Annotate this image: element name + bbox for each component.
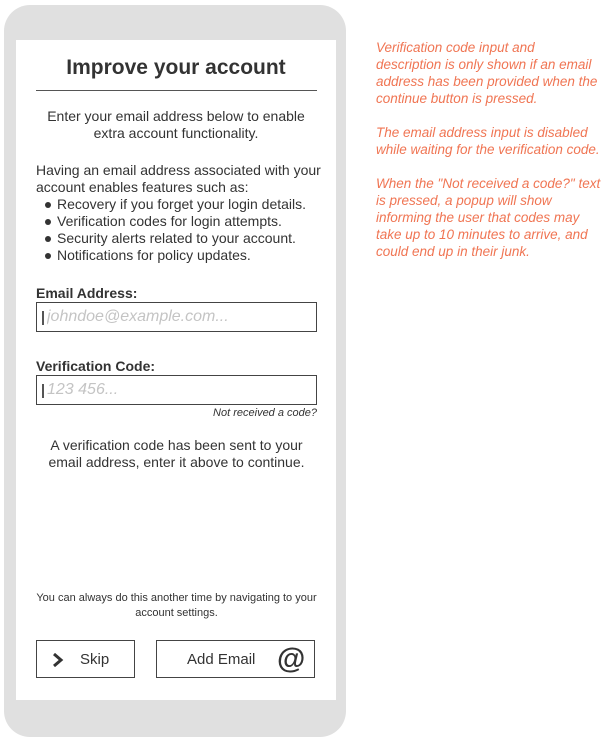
intro-text: Enter your email address below to enable… — [47, 108, 305, 141]
chevron-right-icon — [53, 653, 64, 667]
feature-text: Recovery if you forget your login detail… — [57, 196, 307, 212]
verification-code-box — [36, 375, 317, 405]
title-divider — [36, 90, 317, 91]
bullet-icon — [45, 219, 51, 225]
list-item: Security alerts related to your account. — [36, 230, 326, 247]
do-later-note: You can always do this another time by n… — [36, 592, 317, 619]
text-caret-icon — [42, 311, 44, 325]
skip-button-label: Skip — [80, 651, 110, 668]
list-item: Notifications for policy updates. — [36, 247, 326, 264]
design-annotations: Verification code input and description … — [376, 39, 601, 277]
annotation-not-received-popup: When the "Not received a code?" text is … — [376, 176, 601, 259]
not-received-code-link[interactable]: Not received a code? — [36, 407, 317, 419]
add-email-button-label: Add Email — [187, 651, 256, 668]
list-item: Recovery if you forget your login detail… — [36, 196, 326, 213]
verification-code-label: Verification Code: — [36, 358, 156, 374]
bullet-icon — [45, 253, 51, 259]
wireframe-page: Improve your account Enter your email ad… — [0, 0, 605, 741]
code-sent-message: A verification code has been sent to you… — [48, 437, 305, 470]
verification-code-input[interactable] — [47, 376, 309, 404]
text-caret-icon — [42, 384, 44, 398]
annotation-email-disabled: The email address input is disabled whil… — [376, 125, 600, 157]
feature-text: Security alerts related to your account. — [57, 230, 296, 246]
feature-text: Verification codes for login attempts. — [57, 213, 282, 229]
list-item: Verification codes for login attempts. — [36, 213, 326, 230]
email-field-box — [36, 302, 317, 332]
email-label: Email Address: — [36, 285, 138, 301]
feature-text: Notifications for policy updates. — [57, 247, 251, 263]
at-sign-icon: @ — [277, 643, 306, 675]
features-list: Recovery if you forget your login detail… — [36, 196, 326, 264]
bullet-icon — [45, 236, 51, 242]
phone-screen: Improve your account Enter your email ad… — [16, 40, 336, 700]
annotation-verification-visibility: Verification code input and description … — [376, 40, 598, 106]
email-input[interactable] — [47, 303, 309, 331]
skip-button[interactable]: Skip — [36, 640, 135, 678]
bullet-icon — [45, 202, 51, 208]
page-title: Improve your account — [66, 56, 286, 79]
add-email-button[interactable]: Add Email @ — [156, 640, 315, 678]
features-lead-text: Having an email address associated with … — [36, 162, 321, 195]
